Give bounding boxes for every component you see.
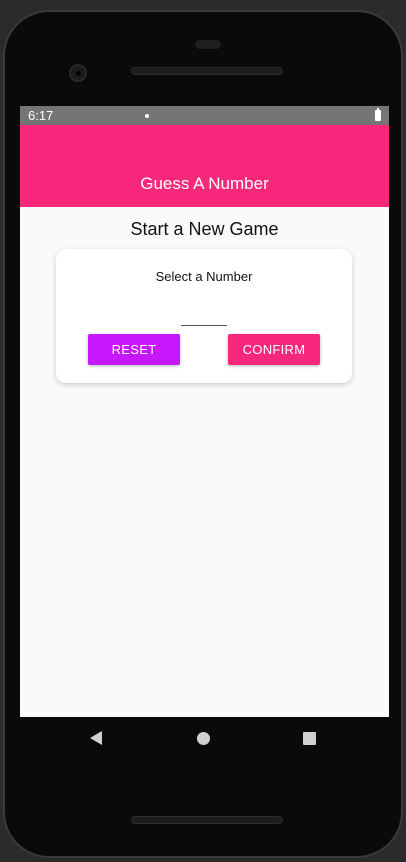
- bottom-speaker-grille: [131, 816, 283, 824]
- screen-heading: Start a New Game: [130, 219, 279, 239]
- earpiece-slot: [195, 40, 221, 49]
- app-screen: 6:17 Guess A Number Start a New Game Sel…: [20, 106, 389, 717]
- number-input[interactable]: [181, 307, 227, 326]
- back-icon[interactable]: [90, 731, 102, 745]
- top-speaker-grille: [131, 67, 283, 75]
- system-navigation-bar: [20, 717, 389, 761]
- status-bar: 6:17: [20, 106, 389, 125]
- home-icon[interactable]: [197, 732, 210, 745]
- notification-dot-icon: [145, 114, 149, 118]
- recents-icon[interactable]: [303, 732, 316, 745]
- battery-icon: [375, 108, 381, 121]
- input-card: Select a Number RESET CONFIRM: [56, 249, 352, 383]
- app-bar: Guess A Number: [20, 125, 389, 207]
- app-title: Guess A Number: [140, 174, 269, 193]
- reset-button[interactable]: RESET: [88, 334, 180, 365]
- front-camera: [69, 64, 87, 82]
- select-number-label: Select a Number: [155, 269, 253, 284]
- confirm-button[interactable]: CONFIRM: [228, 334, 320, 365]
- status-time: 6:17: [28, 108, 54, 123]
